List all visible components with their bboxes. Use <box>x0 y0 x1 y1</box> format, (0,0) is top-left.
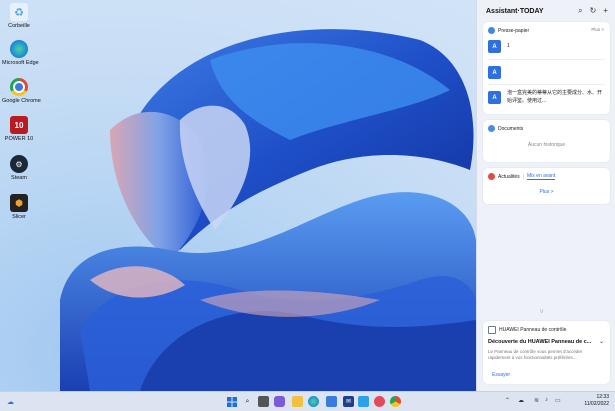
battery-icon[interactable]: ▭ <box>555 397 561 404</box>
chevron-down-icon[interactable]: ⌄ <box>599 338 604 345</box>
huawei-assistant-icon[interactable] <box>374 396 385 407</box>
store-icon[interactable] <box>326 396 337 407</box>
desktop-icon-label: Slicer <box>12 214 26 220</box>
desktop-icon-label: Steam <box>11 175 27 181</box>
clipboard-item[interactable]: A 1 <box>488 40 606 53</box>
edge-icon <box>10 40 28 58</box>
clipboard-item[interactable]: A <box>488 66 606 79</box>
volume-icon[interactable]: ♪ <box>545 397 548 403</box>
desktop-icon-label: Microsoft Edge <box>2 60 39 66</box>
desktop-icon-label: Google Chrome <box>2 98 41 104</box>
documents-header: Documents <box>488 125 523 132</box>
desktop-icon-label: Corbeille <box>8 23 30 29</box>
clock-time: 12:33 <box>596 394 609 400</box>
documents-icon <box>488 125 495 132</box>
recycle-bin-icon: ♻ <box>10 3 28 21</box>
network-icon[interactable]: ≋ <box>534 397 539 404</box>
windows-start-icon[interactable] <box>226 396 237 407</box>
clock-date: 11/02/2022 <box>584 401 609 407</box>
mail-icon[interactable]: ✉ <box>343 396 354 407</box>
huawei-control-panel-card: HUAWEI Panneau de contrôle Découverte du… <box>483 321 610 384</box>
news-more-link[interactable]: Plus > <box>483 189 610 195</box>
documents-title: Documents <box>498 125 524 132</box>
news-icon <box>488 173 495 180</box>
widgets-icon[interactable]: ☁ <box>5 396 16 407</box>
huawei-header-label: HUAWEI Panneau de contrôle <box>499 327 567 333</box>
edge-icon[interactable] <box>308 396 319 407</box>
news-card: Actualités | Mis en avant Plus > <box>483 168 610 204</box>
desktop-icon-label: POWER 10 <box>4 136 34 142</box>
desktop-icon-slicer[interactable]: ⬢ Slicer <box>2 194 36 220</box>
clipboard-card: Presse-papier Plus > A 1 A A 泡一盒完美的蒂蒂从它的… <box>483 22 610 114</box>
huawei-card-description: Le Panneau de contrôle vous permet d'acc… <box>488 349 583 360</box>
panel-title: Assistant·TODAY <box>486 8 544 15</box>
chrome-icon[interactable] <box>390 396 401 407</box>
power10-icon: 10 <box>10 116 28 134</box>
search-icon[interactable]: ⌕ <box>578 6 582 16</box>
clipboard-header: Presse-papier <box>488 27 529 34</box>
desktop-icon-recycle-bin[interactable]: ♻ Corbeille <box>2 3 36 29</box>
text-item-icon: A <box>488 91 501 104</box>
clock[interactable]: 12:33 11/02/2022 <box>584 394 609 408</box>
refresh-icon[interactable]: ↻ <box>590 6 597 16</box>
desktop-icon-edge[interactable]: Microsoft Edge <box>2 40 39 66</box>
tray-overflow-icon[interactable]: ⌃ <box>505 397 510 404</box>
news-header: Actualités | Mis en avant <box>488 173 556 180</box>
taskbar: ☁ ⌕ ✉ ⌃ ☁ ≋ ♪ ▭ 12:33 11/02/2022 <box>0 391 615 411</box>
try-button[interactable]: Essayer <box>492 372 510 378</box>
file-explorer-icon[interactable] <box>292 396 303 407</box>
cloud-icon[interactable]: ☁ <box>518 397 524 404</box>
documents-empty-text: Aucun historique <box>527 142 566 148</box>
documents-card: Documents Aucun historique <box>483 120 610 162</box>
clipboard-icon <box>488 27 495 34</box>
clipboard-item-text: 1 <box>507 43 510 49</box>
task-view-icon[interactable] <box>258 396 269 407</box>
desktop-icon-power10[interactable]: 10 POWER 10 <box>2 116 36 142</box>
huawei-header: HUAWEI Panneau de contrôle <box>488 326 566 334</box>
collapse-chevron-icon[interactable]: ᐯ <box>540 309 543 315</box>
clipboard-title: Presse-papier <box>498 27 530 34</box>
clipboard-more-link[interactable]: Plus > <box>591 27 604 32</box>
chrome-icon <box>10 78 28 96</box>
desktop-icon-steam[interactable]: ⚙ Steam <box>2 155 36 181</box>
photos-icon[interactable] <box>358 396 369 407</box>
chat-icon[interactable] <box>274 396 285 407</box>
text-item-icon: A <box>488 66 501 79</box>
huawei-icon <box>488 326 496 334</box>
add-icon[interactable]: + <box>603 6 608 16</box>
search-icon[interactable]: ⌕ <box>242 396 253 407</box>
desktop-icon-chrome[interactable]: Google Chrome <box>2 78 41 104</box>
steam-icon: ⚙ <box>10 155 28 173</box>
huawei-card-title: Découverte du HUAWEI Panneau de c... <box>488 339 592 345</box>
text-item-icon: A <box>488 40 501 53</box>
news-tab-actualites[interactable]: Actualités <box>498 174 520 180</box>
clipboard-item[interactable]: A 泡一盒完美的蒂蒂从它的主要成分、水、开始评鉴。使用过... <box>488 89 606 105</box>
clipboard-item-text: 泡一盒完美的蒂蒂从它的主要成分、水、开始评鉴。使用过... <box>507 90 603 104</box>
news-tab-mis-en-avant[interactable]: Mis en avant <box>527 173 556 180</box>
slicer-icon: ⬢ <box>10 194 28 212</box>
